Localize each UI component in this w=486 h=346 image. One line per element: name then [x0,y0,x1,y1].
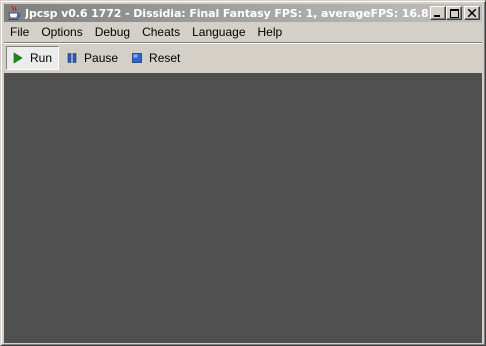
maximize-button[interactable] [446,6,462,20]
maximize-icon [450,9,459,18]
emulator-display[interactable] [4,73,482,343]
pause-button[interactable]: Pause [61,46,124,70]
menu-file[interactable]: File [4,23,35,42]
stop-icon [131,52,143,64]
toolbar: Run Pause Reset [4,44,482,72]
menu-bar: File Options Debug Cheats Language Help [4,23,482,42]
menu-help[interactable]: Help [252,23,289,42]
pause-icon [66,52,78,64]
minimize-icon [434,15,440,17]
run-button[interactable]: Run [6,46,60,70]
reset-label: Reset [149,51,181,65]
close-icon [468,9,476,17]
window-title: Jpcsp v0.6 1772 - Dissidia: Final Fantas… [25,6,429,20]
run-label: Run [30,51,53,65]
close-button[interactable] [464,6,480,20]
reset-button[interactable]: Reset [126,46,186,70]
java-cup-icon[interactable] [6,5,22,21]
app-window: Jpcsp v0.6 1772 - Dissidia: Final Fantas… [0,0,486,346]
play-icon [12,52,24,64]
menu-debug[interactable]: Debug [89,23,136,42]
title-bar[interactable]: Jpcsp v0.6 1772 - Dissidia: Final Fantas… [4,4,482,22]
pause-label: Pause [84,51,119,65]
menu-cheats[interactable]: Cheats [136,23,186,42]
window-controls [430,6,480,20]
menu-language[interactable]: Language [186,23,251,42]
minimize-button[interactable] [430,6,446,20]
menu-options[interactable]: Options [35,23,88,42]
